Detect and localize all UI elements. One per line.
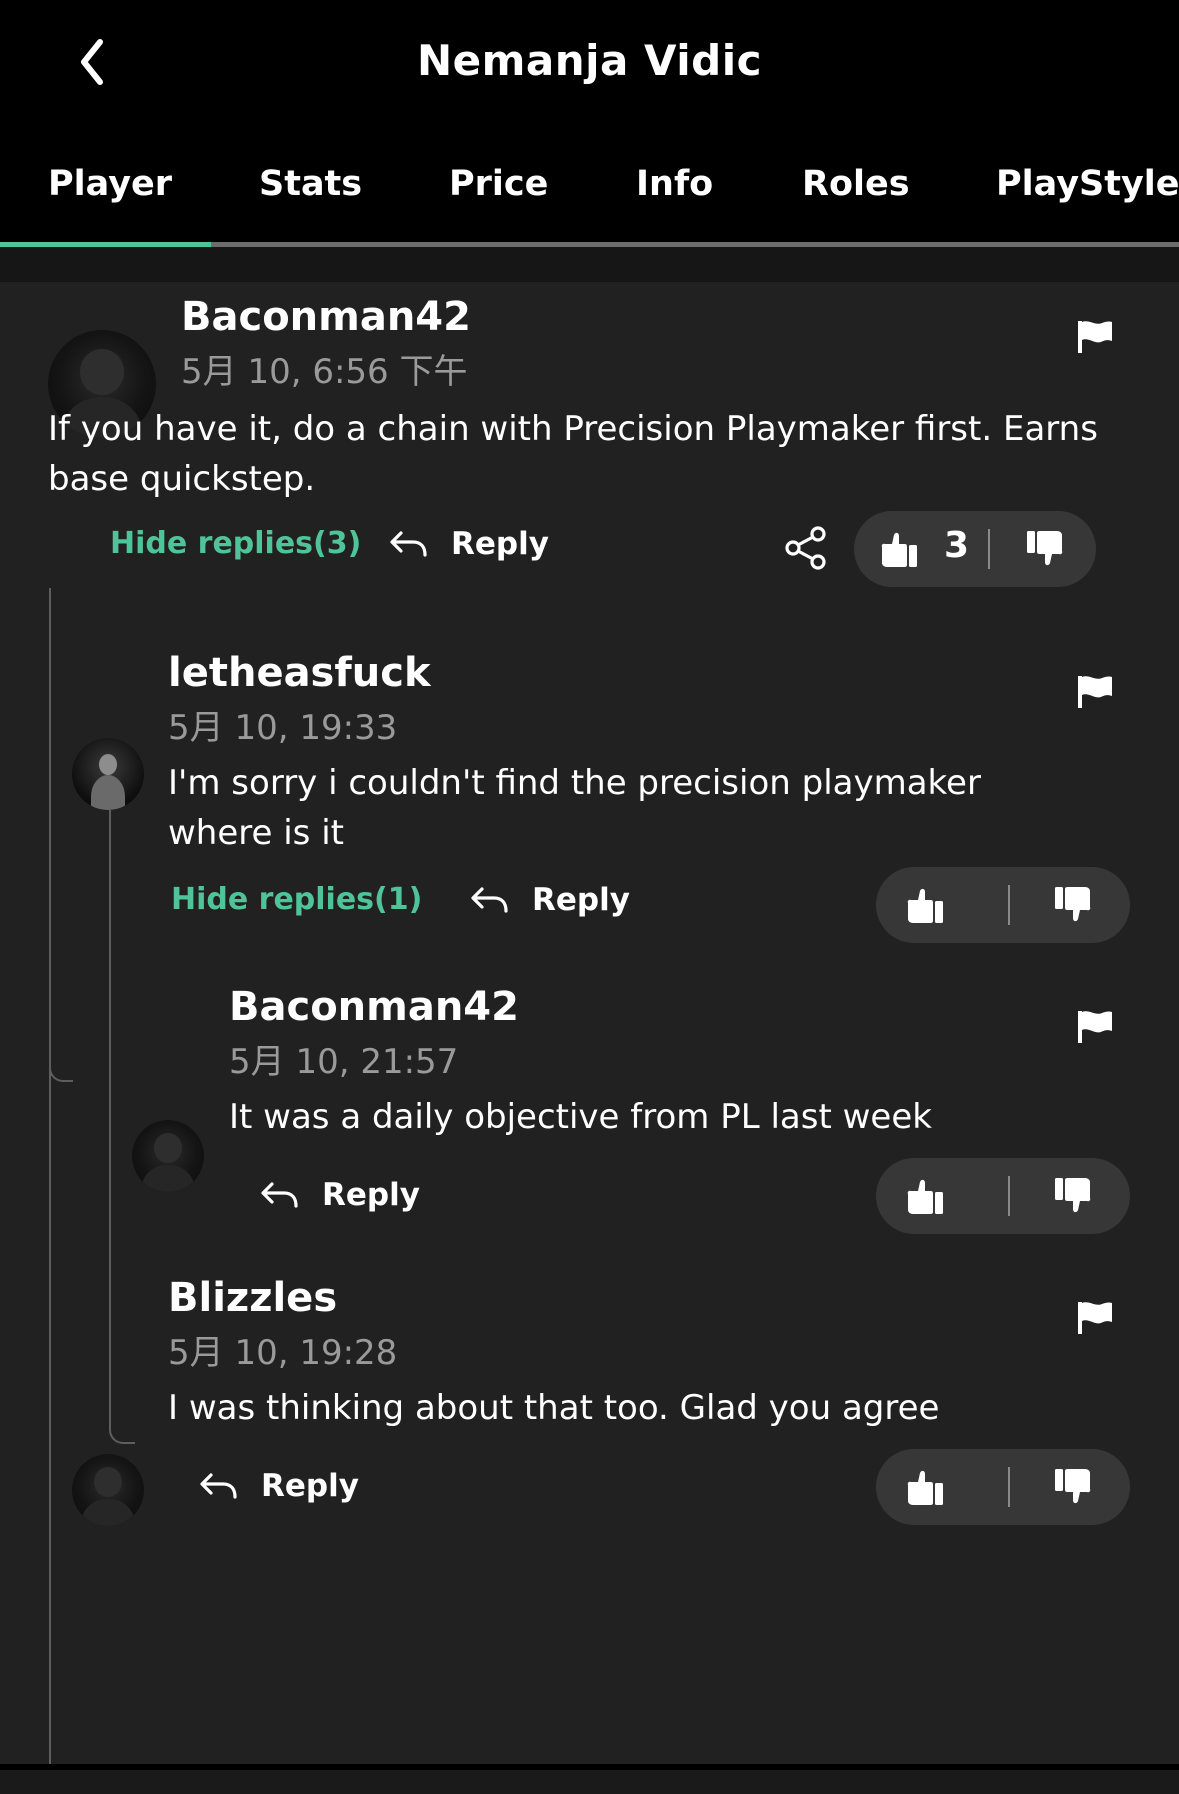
thumbs-up-icon[interactable] (902, 1467, 946, 1507)
comment-timestamp: 5月 10, 6:56 下午 (181, 352, 468, 392)
flag-icon[interactable] (1075, 672, 1115, 712)
reply-label: Reply (261, 1468, 359, 1504)
flag-icon[interactable] (1075, 1007, 1115, 1047)
vote-divider (1008, 885, 1010, 925)
tab-bar: Player Stats Price Info Roles PlayStyles (0, 140, 1179, 245)
comment-text: If you have it, do a chain with Precisio… (48, 409, 1098, 499)
tab-player[interactable]: Player (48, 164, 172, 204)
thumbs-down-icon[interactable] (1052, 1176, 1096, 1216)
thumbs-up-icon[interactable] (902, 1176, 946, 1216)
reply-button[interactable]: Reply (260, 1177, 420, 1213)
thumbs-down-icon[interactable] (1024, 529, 1068, 569)
avatar[interactable] (132, 1120, 204, 1192)
comments-panel: Baconman42 5月 10, 6:56 下午 If you have it… (0, 282, 1179, 1792)
hide-replies-button[interactable]: Hide replies(1) (171, 882, 422, 917)
comment-username[interactable]: Baconman42 (229, 984, 519, 1030)
reply-arrow-icon (389, 529, 429, 559)
reply-label: Reply (322, 1177, 420, 1213)
comment-username[interactable]: letheasfuck (168, 650, 431, 696)
tab-info[interactable]: Info (636, 164, 713, 204)
comment-text: It was a daily objective from PL last we… (229, 1097, 932, 1137)
tab-roles[interactable]: Roles (802, 164, 910, 204)
hide-replies-button[interactable]: Hide replies(3) (110, 526, 361, 561)
comment-text: I'm sorry i couldn't find the precision … (168, 763, 981, 853)
reply-button[interactable]: Reply (199, 1468, 359, 1504)
vote-control (876, 1158, 1130, 1234)
vote-control (876, 867, 1130, 943)
thumbs-up-icon[interactable] (876, 529, 920, 569)
avatar[interactable] (72, 1454, 144, 1526)
share-icon[interactable] (784, 526, 828, 570)
comment-text: I was thinking about that too. Glad you … (168, 1388, 940, 1428)
vote-divider (1008, 1176, 1010, 1216)
flag-icon[interactable] (1075, 317, 1115, 357)
vote-control: 3 (854, 511, 1096, 587)
vote-divider (988, 529, 990, 569)
comment-timestamp: 5月 10, 19:33 (168, 708, 398, 748)
thread-line-nested (109, 810, 135, 1444)
comment-username[interactable]: Blizzles (168, 1275, 337, 1321)
vote-divider (1008, 1467, 1010, 1507)
thumbs-down-icon[interactable] (1052, 885, 1096, 925)
comment-timestamp: 5月 10, 19:28 (168, 1333, 398, 1373)
thumbs-up-icon[interactable] (902, 885, 946, 925)
tab-price[interactable]: Price (449, 164, 548, 204)
reply-button[interactable]: Reply (389, 526, 549, 562)
tab-stats[interactable]: Stats (259, 164, 362, 204)
page-title: Nemanja Vidic (416, 36, 763, 85)
avatar[interactable] (72, 738, 144, 810)
tab-playstyles[interactable]: PlayStyles (996, 164, 1179, 204)
reply-arrow-icon (199, 1471, 239, 1501)
reply-arrow-icon (470, 885, 510, 915)
divider-band (0, 247, 1179, 282)
reply-arrow-icon (260, 1180, 300, 1210)
thread-line-branch (49, 588, 73, 1082)
vote-control (876, 1449, 1130, 1525)
thumbs-down-icon[interactable] (1052, 1467, 1096, 1507)
comment-timestamp: 5月 10, 21:57 (229, 1042, 459, 1082)
flag-icon[interactable] (1075, 1298, 1115, 1338)
reply-label: Reply (451, 526, 549, 562)
reply-label: Reply (532, 882, 630, 918)
reply-button[interactable]: Reply (470, 882, 630, 918)
bottom-strip (0, 1770, 1179, 1794)
upvote-count: 3 (944, 525, 970, 566)
comment-username[interactable]: Baconman42 (181, 294, 471, 340)
